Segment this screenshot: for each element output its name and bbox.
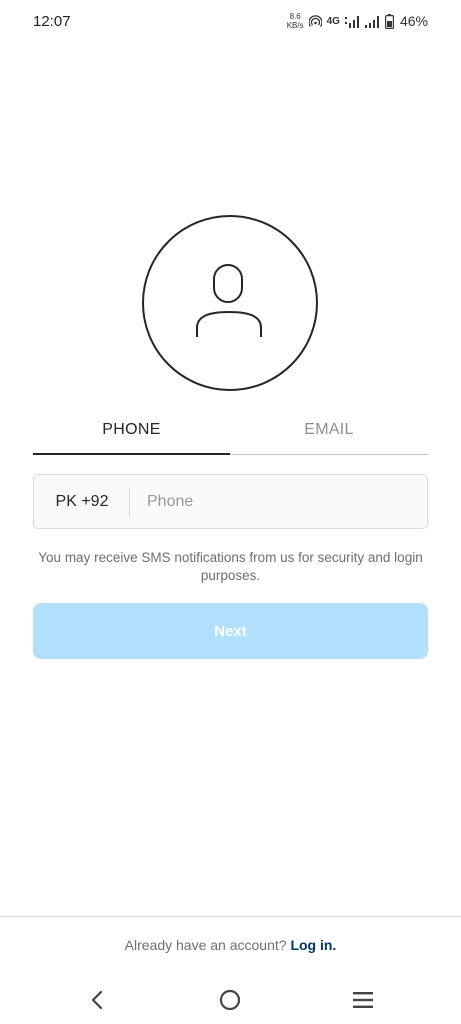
network-type: 4G xyxy=(326,15,340,27)
login-prompt-text: Already have an account? xyxy=(124,937,287,953)
status-icons: 8.6 KB/s 4G 46% xyxy=(287,9,428,33)
recents-icon xyxy=(353,992,373,1008)
signal-icon xyxy=(344,15,359,28)
battery-level: 46% xyxy=(399,13,428,29)
country-code-divider xyxy=(129,487,130,518)
status-time: 12:07 xyxy=(33,13,71,30)
network-speed-value: 8.6 xyxy=(289,12,301,21)
back-icon xyxy=(91,990,103,1010)
navigation-bar xyxy=(0,976,461,1024)
network-speed-unit: KB/s xyxy=(286,21,304,30)
footer-divider xyxy=(0,916,461,917)
signal-icon xyxy=(364,15,379,28)
country-code-selector[interactable]: PK +92 xyxy=(34,475,130,528)
status-bar: 12:07 8.6 KB/s 4G 46% xyxy=(0,0,461,44)
hotspot-icon xyxy=(308,14,322,27)
recents-button[interactable] xyxy=(349,986,377,1014)
tab-email[interactable]: EMAIL xyxy=(230,405,428,455)
tab-phone[interactable]: PHONE xyxy=(33,405,230,455)
home-icon xyxy=(219,989,241,1011)
home-button[interactable] xyxy=(216,986,244,1014)
network-speed: 8.6 KB/s xyxy=(287,12,304,30)
login-prompt: Already have an account? Log in. xyxy=(0,937,461,953)
login-link[interactable]: Log in. xyxy=(290,937,336,953)
phone-input[interactable] xyxy=(147,475,417,528)
phone-field: PK +92 xyxy=(33,474,428,529)
next-button[interactable]: Next xyxy=(33,603,428,659)
battery-icon xyxy=(384,13,394,29)
back-button[interactable] xyxy=(83,986,111,1014)
active-tab-indicator xyxy=(33,453,230,455)
user-icon xyxy=(196,264,262,337)
sms-notice: You may receive SMS notifications from u… xyxy=(38,550,423,583)
